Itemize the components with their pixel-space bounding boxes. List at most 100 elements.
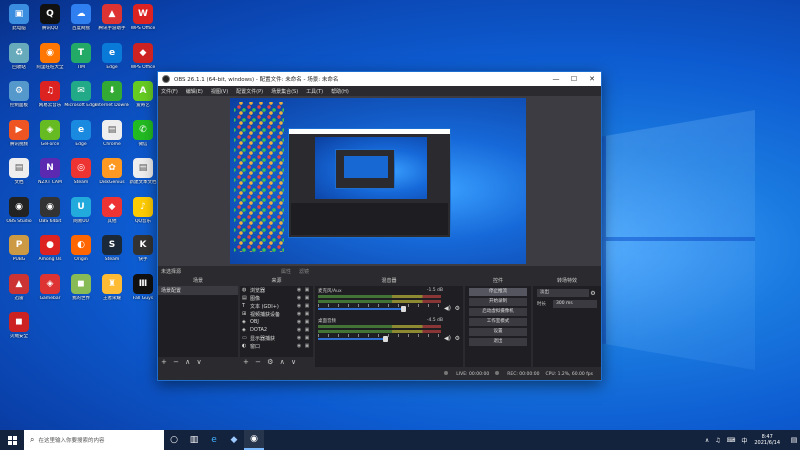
desktop-icon[interactable]: P PUBG <box>2 233 36 275</box>
control-button[interactable]: 设置 <box>469 328 527 336</box>
desktop-icon[interactable]: ◆ 其他 <box>95 195 129 237</box>
source-item[interactable]: ⊞ 视频捕获设备 ◉ ▣ <box>240 310 313 318</box>
close-button[interactable]: ✕ <box>583 75 601 83</box>
source-item[interactable]: ◍ 浏览器 ◉ ▣ <box>240 286 313 294</box>
volume-icon[interactable]: ♫ <box>715 437 720 444</box>
desktop-icon[interactable]: ◼ 我的世界 <box>64 272 98 314</box>
desktop-icon[interactable]: ▤ 文档 <box>2 156 36 198</box>
control-button[interactable]: 工作室模式 <box>469 318 527 326</box>
clock[interactable]: 8:47 2021/6/14 <box>754 434 780 446</box>
obs-window[interactable]: OBS 26.1.1 (64-bit, windows) - 配置文件: 未命名… <box>157 71 602 381</box>
desktop-icon[interactable]: ▣ 此电脑 <box>2 2 36 44</box>
control-button[interactable]: 停止推流 <box>469 288 527 296</box>
properties-button[interactable]: 属性 <box>281 268 291 275</box>
desktop-icon[interactable]: N NZXT CAM <box>33 156 67 198</box>
control-button[interactable]: 启动虚拟摄像机 <box>469 308 527 316</box>
desktop-icon[interactable]: ▲ 腾讯手游助手 <box>95 2 129 44</box>
desktop-icon[interactable]: A 爱奇艺 <box>126 79 160 121</box>
desktop-icon[interactable]: W WPS Office <box>126 2 160 44</box>
edge-taskbar-icon[interactable]: e <box>204 430 224 450</box>
control-button[interactable]: 退出 <box>469 338 527 346</box>
eye-icon[interactable]: ◉ <box>295 327 303 333</box>
menu-scene-collection[interactable]: 场景集合(S) <box>271 88 298 95</box>
menu-profile[interactable]: 配置文件(P) <box>236 88 263 95</box>
eye-icon[interactable]: ◉ <box>295 303 303 309</box>
eye-icon[interactable]: ◉ <box>295 311 303 317</box>
scene-item[interactable]: 场景配置 <box>158 286 238 295</box>
desktop-icon[interactable]: ● Among Us <box>33 233 67 275</box>
eye-icon[interactable]: ◉ <box>295 295 303 301</box>
menu-file[interactable]: 文件(F) <box>161 88 178 95</box>
desktop-icon[interactable]: ◉ OBS Studio <box>2 195 36 237</box>
desktop-icon[interactable]: ◈ Gamebar <box>33 272 67 314</box>
desktop-icon[interactable]: ✿ DiskGenius <box>95 156 129 198</box>
source-item[interactable]: ▤ 图像 ◉ ▣ <box>240 294 313 302</box>
steam-taskbar-icon[interactable]: ◆ <box>224 430 244 450</box>
desktop-icon[interactable]: ✉ Microsoft Edge <box>64 79 98 121</box>
speaker-icon[interactable]: ◀) <box>444 335 451 342</box>
obs-taskbar-icon[interactable]: ◉ <box>244 430 264 450</box>
desktop-icon[interactable]: ✆ 微信 <box>126 118 160 160</box>
lock-icon[interactable]: ▣ <box>303 295 311 301</box>
lock-icon[interactable]: ▣ <box>303 327 311 333</box>
menu-help[interactable]: 帮助(H) <box>331 88 349 95</box>
source-item[interactable]: ◈ DOTA2 ◉ ▣ <box>240 326 313 334</box>
preview-area[interactable] <box>158 96 601 266</box>
scenes-footer-buttons[interactable]: + − ∧ ∨ <box>158 357 238 367</box>
desktop-icon[interactable]: K 快手 <box>126 233 160 275</box>
desktop-icon[interactable]: S Steam <box>95 233 129 275</box>
menu-tools[interactable]: 工具(T) <box>306 88 323 95</box>
sources-footer-buttons[interactable]: + − ⚙ ∧ ∨ <box>240 357 313 367</box>
gear-icon[interactable]: ⚙ <box>455 305 460 312</box>
filters-button[interactable]: 滤镜 <box>299 268 309 275</box>
tray-overflow-icon[interactable]: ∧ <box>705 437 709 444</box>
volume-fader[interactable] <box>318 306 407 312</box>
duration-input[interactable]: 300 ms <box>553 300 597 308</box>
task-view-icon[interactable]: ▥ <box>184 430 204 450</box>
desktop-icon[interactable]: ▤ Chrome <box>95 118 129 160</box>
desktop-icon[interactable]: ◎ Steam <box>64 156 98 198</box>
desktop-icon[interactable]: ♻ 回收站 <box>2 41 36 83</box>
input-method-icon[interactable]: 中 <box>741 436 747 445</box>
menu-edit[interactable]: 编辑(E) <box>186 88 203 95</box>
desktop-icon[interactable]: ▤ 新建文本文档 <box>126 156 160 198</box>
desktop-icon[interactable]: ☁ 百度网盘 <box>64 2 98 44</box>
gear-icon[interactable]: ⚙ <box>589 290 597 297</box>
lock-icon[interactable]: ▣ <box>303 311 311 317</box>
desktop-icon[interactable]: ◈ GeForce <box>33 118 67 160</box>
eye-icon[interactable]: ◉ <box>295 287 303 293</box>
desktop-icon[interactable]: e Edge <box>95 41 129 83</box>
gear-icon[interactable]: ⚙ <box>455 335 460 342</box>
desktop-icon[interactable]: ◉ OBS 64bit <box>33 195 67 237</box>
desktop-icon[interactable]: ⬇ Internet Download <box>95 79 129 121</box>
lock-icon[interactable]: ▣ <box>303 335 311 341</box>
desktop-icon[interactable]: ♪ QQ音乐 <box>126 195 160 237</box>
desktop-icon[interactable]: Ⅲ Fall Guys <box>126 272 160 314</box>
source-item[interactable]: T 文本 (GDI+) ◉ ▣ <box>240 302 313 310</box>
desktop-icon[interactable]: ⚙ 控制面板 <box>2 79 36 121</box>
desktop-icon[interactable]: ◼ 火绒安全 <box>2 310 36 352</box>
source-item[interactable]: ◐ 窗口 ◉ ▣ <box>240 342 313 350</box>
start-button[interactable] <box>0 430 24 450</box>
desktop-icon[interactable]: ◐ Origin <box>64 233 98 275</box>
source-item[interactable]: ◈ OBJ ◉ ▣ <box>240 318 313 326</box>
cortana-icon[interactable]: ○ <box>164 430 184 450</box>
desktop-icon[interactable]: ◆ WPS Office <box>126 41 160 83</box>
transition-select[interactable]: 淡出 <box>537 289 589 297</box>
volume-fader[interactable] <box>318 336 388 342</box>
lock-icon[interactable]: ▣ <box>303 303 311 309</box>
desktop-icon[interactable]: Q 腾讯QQ <box>33 2 67 44</box>
lock-icon[interactable]: ▣ <box>303 343 311 349</box>
eye-icon[interactable]: ◉ <box>295 343 303 349</box>
obs-titlebar[interactable]: OBS 26.1.1 (64-bit, windows) - 配置文件: 未命名… <box>158 72 601 86</box>
maximize-button[interactable]: ☐ <box>565 75 583 83</box>
notification-icon[interactable]: ▤ <box>788 436 800 444</box>
keyboard-icon[interactable]: ⌨ <box>727 437 736 444</box>
lock-icon[interactable]: ▣ <box>303 287 311 293</box>
control-button[interactable]: 开始录制 <box>469 298 527 306</box>
minimize-button[interactable]: — <box>547 75 565 83</box>
preview-canvas[interactable] <box>230 98 526 264</box>
taskbar-search[interactable]: ⌕ 在这里输入你要搜索的内容 <box>24 430 164 450</box>
desktop-icon[interactable]: ▶ 腾讯视频 <box>2 118 36 160</box>
menu-view[interactable]: 视图(V) <box>211 88 228 95</box>
